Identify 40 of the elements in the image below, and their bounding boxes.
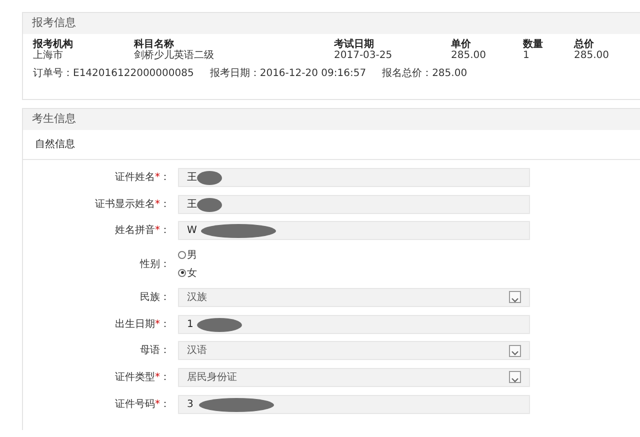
table-cell-text: 285.00 — [574, 50, 610, 61]
column-header: 考试日期 — [334, 39, 375, 50]
field-label: 出生日期*： — [114, 318, 171, 332]
summary-text: 订单号：E142016122000000085 — [33, 66, 194, 81]
select-field[interactable]: 汉语 — [178, 341, 530, 360]
column-header: 数量 — [523, 39, 544, 50]
select-field[interactable]: 居民身份证 — [178, 368, 530, 387]
dropdown-icon — [509, 291, 521, 304]
field-label: 母语： — [139, 344, 171, 358]
field-label: 证件姓名*： — [114, 170, 171, 185]
table-cell-text: 285.00 — [451, 50, 487, 61]
field-label: 证件类型*： — [114, 370, 171, 385]
column-header: 科目名称 — [134, 39, 174, 50]
input-field[interactable]: 1 — [178, 314, 530, 334]
field-label: 证书显示姓名*： — [94, 198, 171, 212]
summary-text: 报名总价：285.00 — [382, 66, 468, 81]
summary-text: 报考日期：2016-12-20 09:16:57 — [210, 66, 366, 81]
field-label: 证件号码*： — [114, 398, 171, 412]
column-header: 报考机构 — [33, 39, 74, 50]
input-field[interactable]: 3 — [178, 394, 530, 414]
input-field[interactable]: 王 — [178, 168, 530, 187]
select-field[interactable]: 汉族 — [178, 288, 530, 307]
field-label: 姓名拼音*： — [114, 224, 171, 238]
field-label: 民族： — [139, 290, 171, 305]
table-cell-text: 1 — [523, 50, 530, 61]
radio-option[interactable]: 女 — [178, 266, 197, 281]
radio-option[interactable]: 男 — [178, 248, 197, 263]
panel-title: 考生信息 — [32, 112, 76, 125]
field-label: 性别： — [138, 258, 171, 272]
dropdown-icon — [509, 371, 521, 384]
section-title: 自然信息 — [35, 139, 75, 150]
column-header: 总价 — [574, 39, 595, 50]
panel-title: 报考信息 — [32, 16, 76, 29]
input-field[interactable]: W — [178, 221, 530, 240]
table-cell-text: 2017-03-25 — [334, 50, 394, 61]
table-cell-text: 剑桥少儿英语二级 — [134, 50, 215, 61]
dropdown-icon — [509, 344, 521, 357]
column-header: 单价 — [451, 39, 472, 50]
input-field[interactable]: 王 — [178, 194, 530, 214]
table-cell-text: 上海市 — [33, 50, 64, 61]
